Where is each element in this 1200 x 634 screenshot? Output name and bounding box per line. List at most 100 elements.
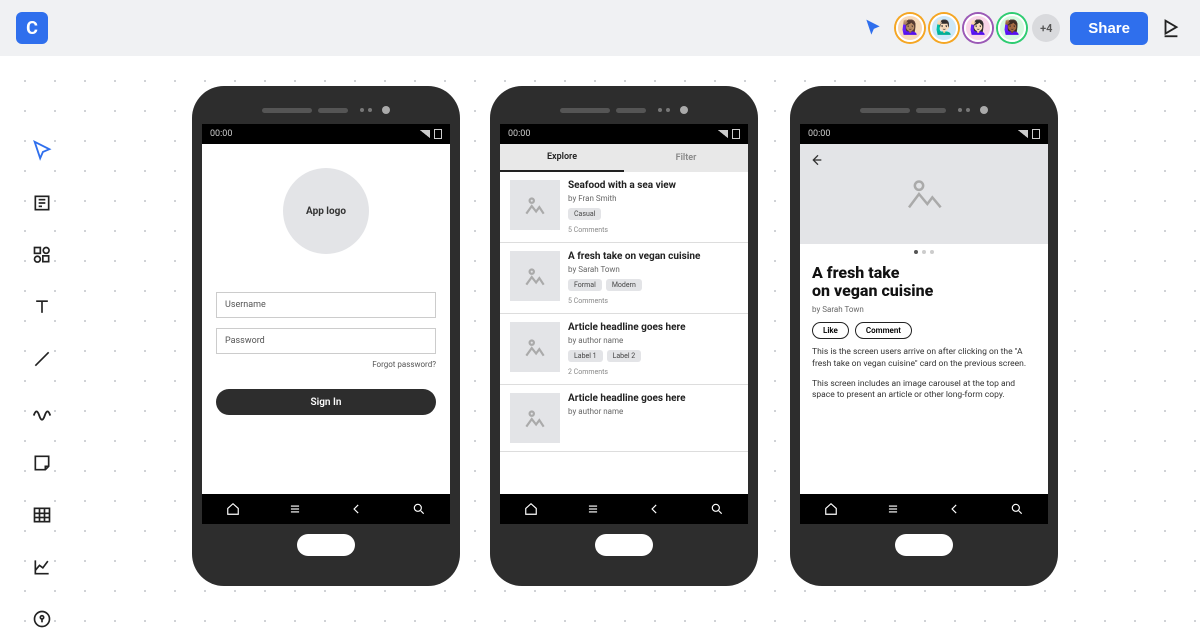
signal-icon xyxy=(718,130,728,138)
share-button[interactable]: Share xyxy=(1070,12,1148,45)
pager-dot[interactable] xyxy=(930,250,934,254)
phone-hardware-top xyxy=(202,96,450,124)
article-paragraph: This is the screen users arrive on after… xyxy=(812,347,1036,371)
mockup-phone-list[interactable]: 00:00 Explore Filter Seafood with a sea … xyxy=(490,86,758,586)
phone-hardware-top xyxy=(500,96,748,124)
card-byline: by Sarah Town xyxy=(568,265,738,274)
table-tool[interactable] xyxy=(27,500,57,530)
status-time: 00:00 xyxy=(210,129,232,139)
collaborator-avatars: 🙋🏽‍♀️ 🙋🏻‍♂️ 🙋🏻‍♀️ 🙋🏾‍♀️ +4 xyxy=(896,14,1060,42)
forgot-password-link[interactable]: Forgot password? xyxy=(372,360,436,369)
android-nav-bar xyxy=(202,494,450,524)
status-time: 00:00 xyxy=(808,129,830,139)
phone-home-button xyxy=(500,524,748,566)
tag[interactable]: Casual xyxy=(568,208,601,220)
app-logo-placeholder: App logo xyxy=(283,168,369,254)
comment-count: 5 Comments xyxy=(568,226,738,234)
home-icon[interactable] xyxy=(522,500,540,518)
back-icon[interactable] xyxy=(348,500,366,518)
text-tool[interactable] xyxy=(27,292,57,322)
image-placeholder-icon xyxy=(904,174,944,214)
android-nav-bar xyxy=(800,494,1048,524)
app-header: C 🙋🏽‍♀️ 🙋🏻‍♂️ 🙋🏻‍♀️ 🙋🏾‍♀️ +4 Share xyxy=(0,0,1200,56)
menu-icon[interactable] xyxy=(884,500,902,518)
avatar[interactable]: 🙋🏻‍♀️ xyxy=(964,14,992,42)
header-right: 🙋🏽‍♀️ 🙋🏻‍♂️ 🙋🏻‍♀️ 🙋🏾‍♀️ +4 Share xyxy=(860,12,1184,45)
comment-count: 2 Comments xyxy=(568,368,738,376)
card-title: A fresh take on vegan cuisine xyxy=(568,251,738,263)
tab-filter[interactable]: Filter xyxy=(624,144,748,172)
sticky-note-tool[interactable] xyxy=(27,448,57,478)
home-icon[interactable] xyxy=(822,500,840,518)
username-field[interactable]: Username xyxy=(216,292,436,318)
left-toolbar xyxy=(16,136,68,634)
select-tool[interactable] xyxy=(27,136,57,166)
frame-tool[interactable] xyxy=(27,188,57,218)
phone-screen: 00:00 Explore Filter Seafood with a sea … xyxy=(500,124,748,524)
list-item[interactable]: Article headline goes here by author nam… xyxy=(500,385,748,452)
image-placeholder-icon xyxy=(510,251,560,301)
tab-explore[interactable]: Explore xyxy=(500,144,624,172)
shapes-tool[interactable] xyxy=(27,240,57,270)
password-field[interactable]: Password xyxy=(216,328,436,354)
mockup-phone-login[interactable]: 00:00 App logo Username Password Forgot … xyxy=(192,86,460,586)
avatar[interactable]: 🙋🏽‍♀️ xyxy=(896,14,924,42)
avatar-overflow-count[interactable]: +4 xyxy=(1032,14,1060,42)
cursor-icon[interactable] xyxy=(860,15,886,41)
card-byline: by Fran Smith xyxy=(568,194,738,203)
article-list[interactable]: Seafood with a sea view by Fran Smith Ca… xyxy=(500,172,748,494)
search-icon[interactable] xyxy=(1008,500,1026,518)
article-paragraph: This screen includes an image carousel a… xyxy=(812,379,1036,403)
line-tool[interactable] xyxy=(27,344,57,374)
battery-icon xyxy=(1032,129,1040,139)
list-item[interactable]: A fresh take on vegan cuisine by Sarah T… xyxy=(500,243,748,314)
comment-button[interactable]: Comment xyxy=(855,322,912,339)
sign-in-button[interactable]: Sign In xyxy=(216,389,436,415)
signal-icon xyxy=(1018,130,1028,138)
article-title: A fresh take on vegan cuisine xyxy=(812,264,1036,301)
tag[interactable]: Label 2 xyxy=(607,350,642,362)
avatar[interactable]: 🙋🏾‍♀️ xyxy=(998,14,1026,42)
menu-icon[interactable] xyxy=(584,500,602,518)
tag[interactable]: Label 1 xyxy=(568,350,603,362)
status-bar: 00:00 xyxy=(800,124,1048,144)
menu-icon[interactable] xyxy=(286,500,304,518)
home-icon[interactable] xyxy=(224,500,242,518)
phone-screen: 00:00 A fresh take on vegan cuisine xyxy=(800,124,1048,524)
pager-dot[interactable] xyxy=(922,250,926,254)
back-arrow-icon[interactable] xyxy=(808,152,824,172)
image-placeholder-icon xyxy=(510,393,560,443)
battery-icon xyxy=(434,129,442,139)
list-item[interactable]: Seafood with a sea view by Fran Smith Ca… xyxy=(500,172,748,243)
back-icon[interactable] xyxy=(946,500,964,518)
mockup-phone-article[interactable]: 00:00 A fresh take on vegan cuisine xyxy=(790,86,1058,586)
status-bar: 00:00 xyxy=(500,124,748,144)
freehand-tool[interactable] xyxy=(27,396,57,426)
comment-count: 5 Comments xyxy=(568,297,738,305)
search-icon[interactable] xyxy=(410,500,428,518)
play-button[interactable] xyxy=(1158,15,1184,41)
image-placeholder-icon xyxy=(510,322,560,372)
design-canvas[interactable]: 00:00 App logo Username Password Forgot … xyxy=(0,56,1200,630)
status-time: 00:00 xyxy=(508,129,530,139)
chart-tool[interactable] xyxy=(27,552,57,582)
list-item[interactable]: Article headline goes here by author nam… xyxy=(500,314,748,385)
tag[interactable]: Modern xyxy=(606,279,642,291)
pager-dot[interactable] xyxy=(914,250,918,254)
app-logo[interactable]: C xyxy=(16,12,48,44)
tag[interactable]: Formal xyxy=(568,279,602,291)
phone-hardware-top xyxy=(800,96,1048,124)
search-icon[interactable] xyxy=(708,500,726,518)
phone-home-button xyxy=(800,524,1048,566)
image-placeholder-icon xyxy=(510,180,560,230)
like-button[interactable]: Like xyxy=(812,322,849,339)
avatar[interactable]: 🙋🏻‍♂️ xyxy=(930,14,958,42)
card-byline: by author name xyxy=(568,407,738,416)
back-icon[interactable] xyxy=(646,500,664,518)
card-title: Seafood with a sea view xyxy=(568,180,738,192)
hero-image-placeholder xyxy=(800,144,1048,244)
card-title: Article headline goes here xyxy=(568,393,738,405)
tab-bar: Explore Filter xyxy=(500,144,748,172)
android-nav-bar xyxy=(500,494,748,524)
card-byline: by author name xyxy=(568,336,738,345)
